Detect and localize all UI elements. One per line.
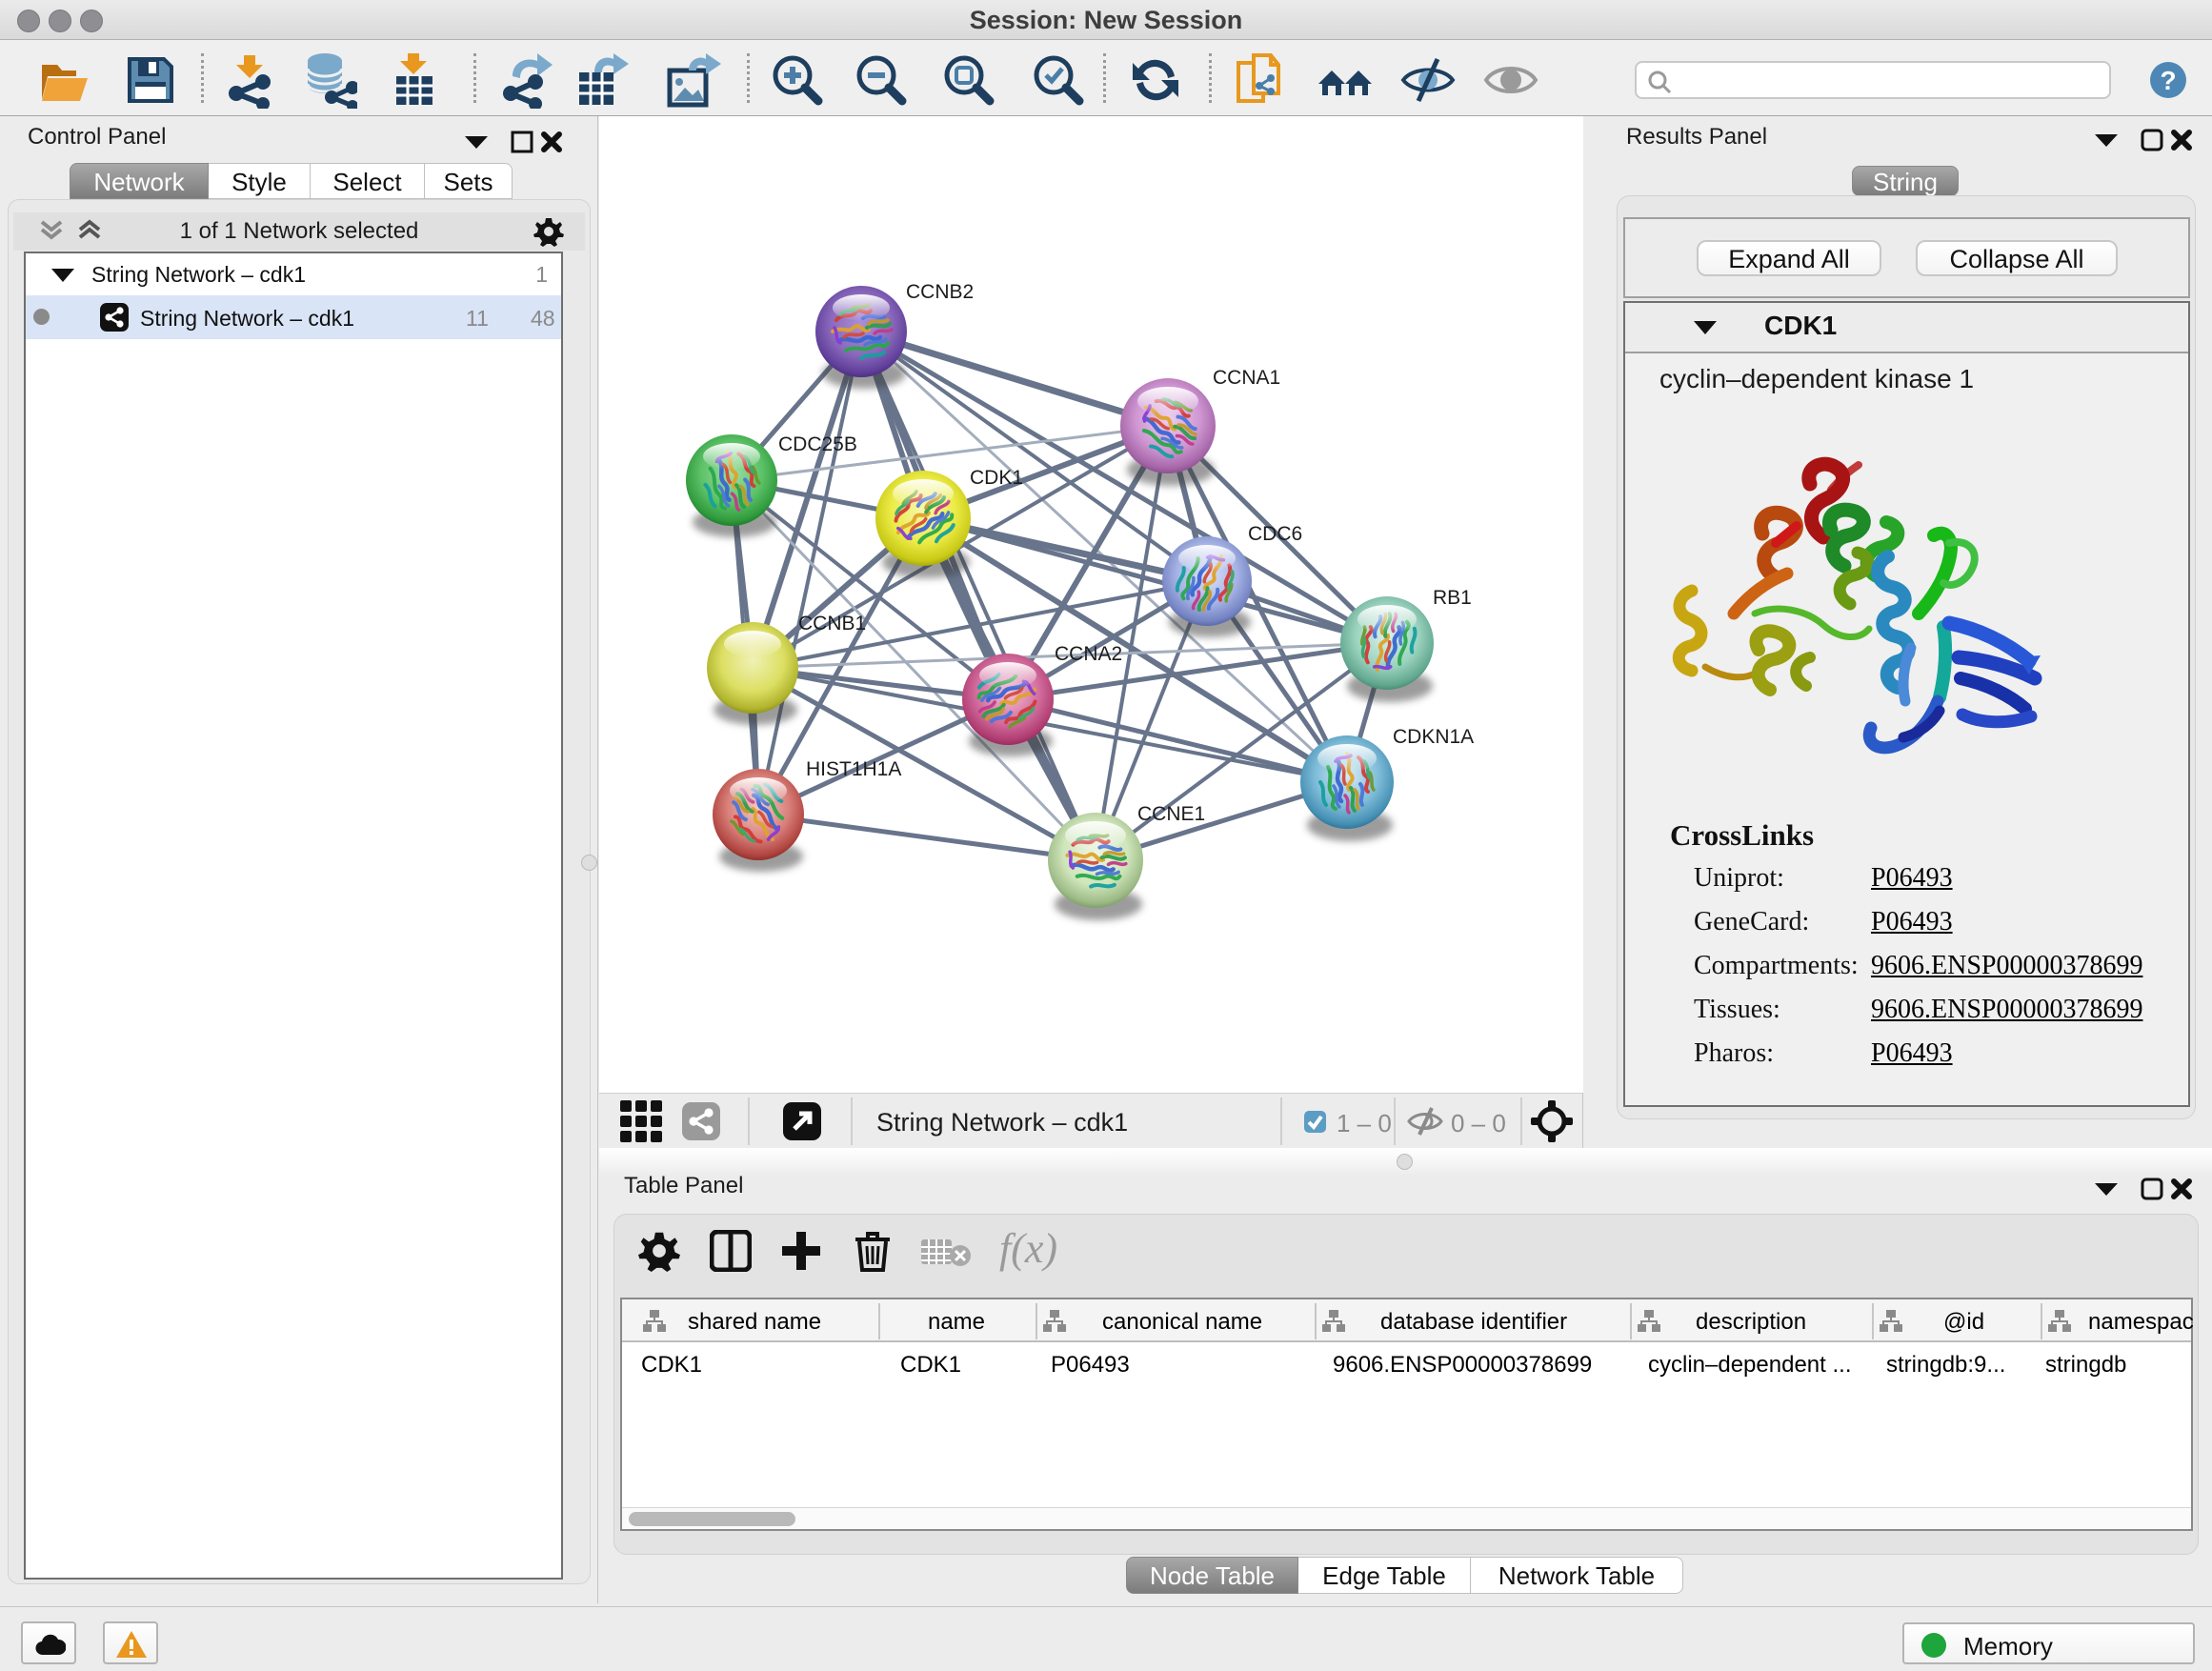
svg-text:RB1: RB1 [1433, 587, 1472, 609]
svg-text:CDK1: CDK1 [970, 467, 1023, 489]
svg-text:CCNB1: CCNB1 [798, 613, 866, 634]
svg-text:?: ? [2160, 66, 2176, 95]
svg-text:CCNA2: CCNA2 [1055, 643, 1122, 665]
svg-text:CDC25B: CDC25B [778, 433, 857, 455]
svg-text:CDC6: CDC6 [1248, 523, 1302, 545]
svg-text:CCNB2: CCNB2 [906, 281, 974, 303]
svg-text:CDKN1A: CDKN1A [1393, 726, 1474, 748]
svg-text:CCNE1: CCNE1 [1137, 803, 1205, 825]
svg-text:CCNA1: CCNA1 [1213, 367, 1280, 389]
svg-text:HIST1H1A: HIST1H1A [806, 758, 901, 780]
